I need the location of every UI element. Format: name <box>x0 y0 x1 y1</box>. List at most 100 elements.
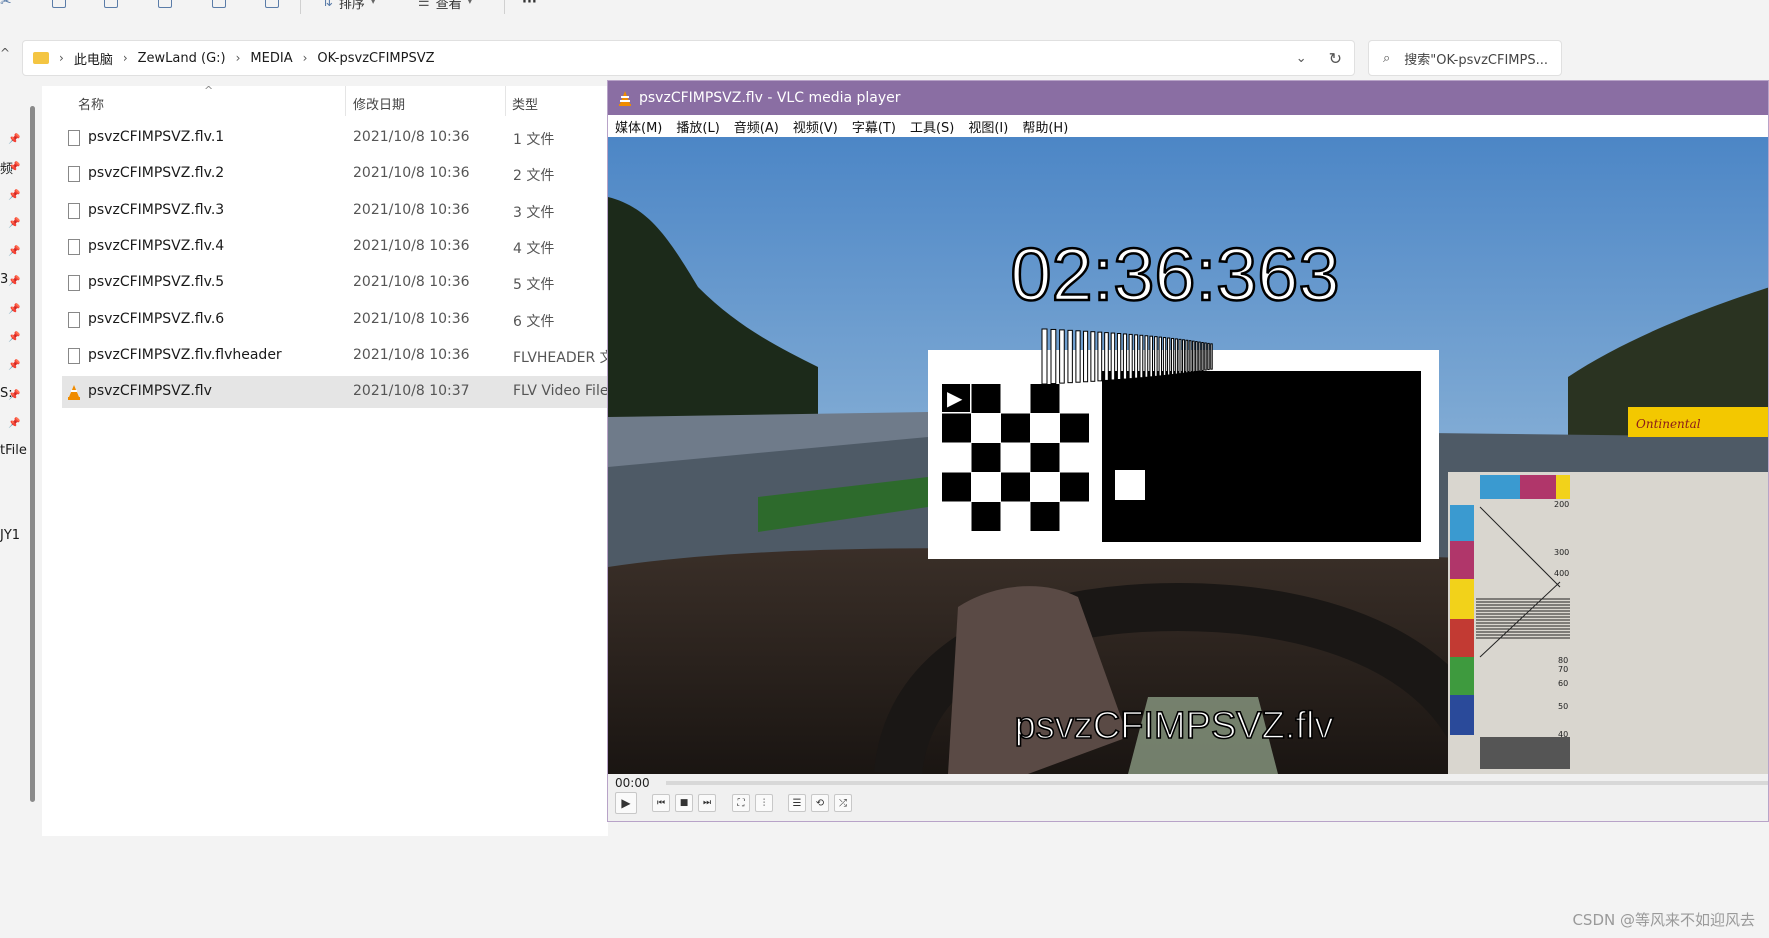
chart-number: 50 <box>1558 702 1568 711</box>
search-box[interactable]: ⌕ 搜索"OK-psvzCFIMPS... <box>1368 40 1562 76</box>
checker-square <box>971 443 1001 472</box>
chart-swatch-blue-left <box>1450 695 1474 735</box>
sync-bar <box>1154 336 1158 377</box>
document-icon <box>68 166 80 183</box>
sync-bar <box>1162 337 1167 376</box>
more-label: ··· <box>522 0 537 10</box>
nav-item-label[interactable]: tFile <box>0 443 27 458</box>
file-type: 1 文件 <box>513 132 555 148</box>
more-options-button[interactable]: ··· <box>522 0 537 12</box>
chevron-right-icon: › <box>302 51 308 65</box>
column-header-type[interactable]: 类型 <box>512 94 538 113</box>
checker-square <box>971 502 1001 531</box>
next-icon: ⏭ <box>702 798 712 808</box>
copy-icon <box>52 0 66 8</box>
next-button[interactable]: ⏭ <box>698 794 716 812</box>
sync-bar <box>1075 330 1081 383</box>
seek-bar[interactable] <box>666 781 1768 785</box>
stop-icon: ■ <box>679 798 689 808</box>
test-white-square <box>1115 470 1145 500</box>
file-name: psvzCFIMPSVZ.flv <box>88 383 212 400</box>
paste-button[interactable] <box>104 0 118 12</box>
file-date: 2021/10/8 10:36 <box>353 237 470 254</box>
pin-icon: 📌 <box>8 418 21 429</box>
share-button[interactable] <box>212 0 226 12</box>
menu-audio[interactable]: 音频(A) <box>734 117 779 136</box>
column-divider[interactable] <box>505 86 506 116</box>
chevron-right-icon: › <box>235 51 241 65</box>
column-header-date[interactable]: 修改日期 <box>353 94 405 113</box>
video-area[interactable]: Ontinental 02:36:363 ▶ 200 300 400 80 70… <box>608 137 1768 774</box>
checker-square <box>1001 472 1030 502</box>
loop-button[interactable]: ⟲ <box>811 794 829 812</box>
delete-button[interactable] <box>265 0 279 12</box>
checker-square <box>971 384 1001 413</box>
file-row[interactable]: psvzCFIMPSVZ.flv.flvheader 2021/10/8 10:3… <box>62 340 614 372</box>
play-button[interactable]: ▶ <box>615 792 637 814</box>
vlc-title-bar[interactable]: psvzCFIMPSVZ.flv - VLC media player <box>608 81 1768 115</box>
extended-settings-button[interactable]: ⫶ <box>755 794 773 812</box>
file-row[interactable]: psvzCFIMPSVZ.flv 2021/10/8 10:37 FLV Video… <box>62 376 608 409</box>
checker-square <box>1030 384 1060 413</box>
sync-bar <box>1182 339 1185 374</box>
document-icon <box>68 275 80 292</box>
sync-bar <box>1116 333 1122 380</box>
pin-icon: 📌 <box>8 332 21 343</box>
chevron-right-icon: › <box>122 51 128 65</box>
nav-scrollbar[interactable] <box>30 106 35 802</box>
menu-media[interactable]: 媒体(M) <box>615 117 662 136</box>
breadcrumb-this-pc[interactable]: 此电脑 <box>74 49 113 68</box>
menu-playback[interactable]: 播放(L) <box>676 117 719 136</box>
column-divider[interactable] <box>345 86 346 116</box>
copy-button[interactable] <box>52 0 66 12</box>
refresh-icon[interactable]: ↻ <box>1329 49 1342 68</box>
search-icon: ⌕ <box>1383 50 1391 66</box>
shuffle-button[interactable]: ⤮ <box>834 794 852 812</box>
paste-icon <box>104 0 118 8</box>
breadcrumb-current-folder[interactable]: OK-psvzCFIMPSVZ <box>317 51 434 66</box>
vlc-window: psvzCFIMPSVZ.flv - VLC media player 媒体(M… <box>607 80 1769 822</box>
menu-view[interactable]: 视图(I) <box>968 117 1008 136</box>
sync-bar <box>1128 333 1133 380</box>
pin-icon: 📌 <box>8 218 21 229</box>
file-row[interactable]: psvzCFIMPSVZ.flv.4 2021/10/8 10:36 4 文件 <box>62 231 608 263</box>
address-bar[interactable]: › 此电脑 › ZewLand (G:) › MEDIA › OK-psvzCF… <box>22 40 1355 76</box>
document-icon <box>68 347 80 364</box>
file-type: 2 文件 <box>513 168 555 185</box>
previous-button[interactable]: ⏮ <box>652 794 670 812</box>
up-arrow-icon[interactable]: ^ <box>0 46 10 60</box>
column-header-name[interactable]: 名称 <box>78 94 104 113</box>
history-dropdown-icon[interactable]: ⌄ <box>1296 51 1307 66</box>
sync-bar <box>1122 333 1128 380</box>
menu-video[interactable]: 视频(V) <box>793 117 838 136</box>
file-row[interactable]: psvzCFIMPSVZ.flv.3 2021/10/8 10:36 3 文件 <box>62 195 608 227</box>
chart-swatch-red-left <box>1450 619 1474 657</box>
chart-swatch-magenta <box>1520 475 1556 499</box>
file-name: psvzCFIMPSVZ.flv.3 <box>88 201 225 218</box>
fullscreen-icon: ⛶ <box>737 797 745 809</box>
file-row[interactable]: psvzCFIMPSVZ.flv.6 2021/10/8 10:36 6 文件 <box>62 304 608 336</box>
sync-bar <box>1134 334 1139 379</box>
rename-button[interactable] <box>158 0 172 12</box>
pin-icon: 📌 <box>8 246 21 257</box>
sync-bar <box>1210 343 1213 370</box>
breadcrumb-drive[interactable]: ZewLand (G:) <box>138 51 226 66</box>
file-row[interactable]: psvzCFIMPSVZ.flv.2 2021/10/8 10:36 2 文件 <box>62 158 608 190</box>
nav-item-label[interactable]: JY1 <box>0 528 20 543</box>
view-button[interactable]: ☰ 查看 ▾ <box>418 0 472 12</box>
file-row[interactable]: psvzCFIMPSVZ.flv.1 2021/10/8 10:36 1 文件 <box>62 122 608 154</box>
fullscreen-button[interactable]: ⛶ <box>732 794 750 812</box>
file-type: 4 文件 <box>513 240 555 257</box>
sort-button[interactable]: ⇅ 排序 ▾ <box>322 0 375 12</box>
menu-help[interactable]: 帮助(H) <box>1022 117 1068 136</box>
stop-button[interactable]: ■ <box>675 794 693 812</box>
menu-subtitle[interactable]: 字幕(T) <box>852 117 896 136</box>
cut-button[interactable]: ✂ <box>0 0 12 12</box>
file-row[interactable]: psvzCFIMPSVZ.flv.5 2021/10/8 10:36 5 文件 <box>62 267 608 299</box>
breadcrumb-media[interactable]: MEDIA <box>250 51 292 66</box>
file-name: psvzCFIMPSVZ.flv.4 <box>88 237 225 254</box>
document-icon <box>68 202 80 219</box>
playlist-button[interactable]: ☰ <box>788 794 806 812</box>
menu-tools[interactable]: 工具(S) <box>910 117 954 136</box>
chevron-right-icon: › <box>59 51 64 65</box>
